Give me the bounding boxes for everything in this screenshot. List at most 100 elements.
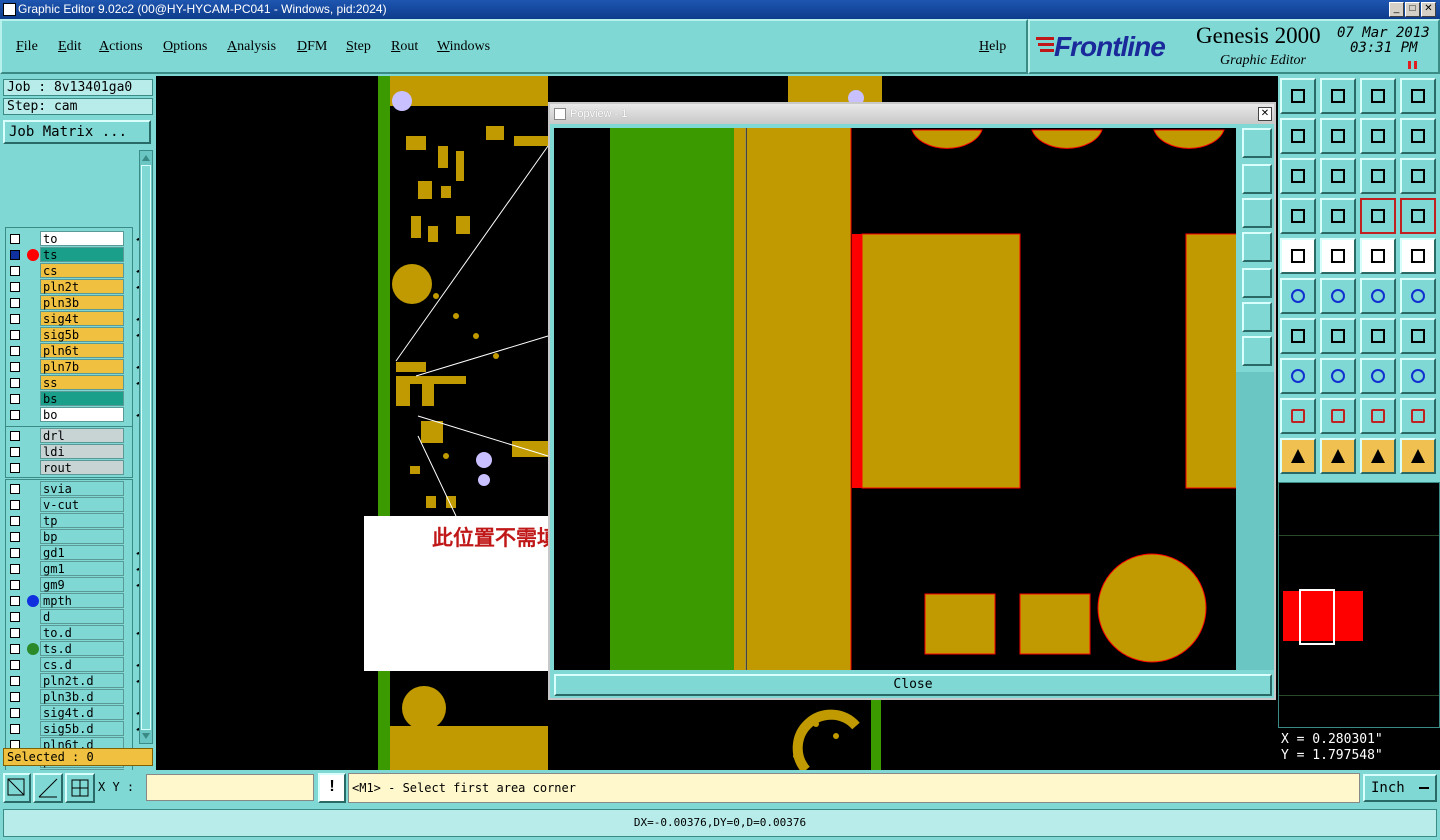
layer-name[interactable]: pln3b.d [40, 689, 124, 704]
layer-row-cs[interactable]: cs➹ [8, 263, 145, 279]
move-alt-icon[interactable] [1400, 278, 1436, 314]
connect-icon[interactable] [1280, 278, 1316, 314]
layer-row-bo[interactable]: bo➹ [8, 407, 145, 423]
layer-name[interactable]: d [40, 609, 124, 624]
layer-row-gd1[interactable]: gd1➹ [8, 545, 145, 561]
select-box-icon[interactable] [1320, 438, 1356, 474]
scale-1to2-icon[interactable] [1360, 158, 1396, 194]
menu-rout[interactable]: Rout [391, 39, 418, 55]
move-icon[interactable] [1360, 278, 1396, 314]
popview-pan-left-icon[interactable] [1242, 232, 1272, 262]
layer-checkbox[interactable] [10, 378, 20, 388]
layer-checkbox[interactable] [10, 431, 20, 441]
menu-file[interactable]: File [16, 39, 38, 55]
scroll-thumb[interactable] [141, 165, 151, 730]
close-window-button[interactable]: ✕ [1421, 2, 1436, 17]
layers-red-alt-icon[interactable] [1400, 198, 1436, 234]
popview-pan-up-icon[interactable] [1242, 164, 1272, 194]
layer-checkbox[interactable] [10, 580, 20, 590]
layer-row-sig5b[interactable]: sig5b➹ [8, 327, 145, 343]
layer-checkbox[interactable] [10, 266, 20, 276]
xy-input[interactable] [146, 774, 314, 801]
layer-list-scrollbar[interactable] [139, 150, 153, 744]
layer-row-ts.d[interactable]: ts.d [8, 641, 145, 657]
menu-step[interactable]: Step [346, 39, 371, 55]
layer-name[interactable]: pln2t [40, 279, 124, 294]
layer-row-mpth[interactable]: mpth [8, 593, 145, 609]
layer-row-sig5b.d[interactable]: sig5b.d➹ [8, 721, 145, 737]
arch-icon[interactable] [1360, 398, 1396, 434]
layer-checkbox[interactable] [10, 463, 20, 473]
layer-checkbox[interactable] [10, 346, 20, 356]
layer-row-pln7b[interactable]: pln7b➹ [8, 359, 145, 375]
menu-dfm[interactable]: DFM [297, 39, 327, 55]
circle-select-icon[interactable] [1400, 238, 1436, 274]
layer-row-rout[interactable]: rout [8, 460, 145, 476]
angle-icon[interactable] [1280, 318, 1316, 354]
layers-red-icon[interactable] [1360, 198, 1396, 234]
measure-mode-icon[interactable] [33, 773, 63, 803]
layer-row-pln3b[interactable]: pln3b [8, 295, 145, 311]
layer-checkbox[interactable] [10, 628, 20, 638]
minimize-button[interactable]: _ [1389, 2, 1404, 17]
layer-name[interactable]: sig5b [40, 327, 124, 342]
layer-checkbox[interactable] [10, 564, 20, 574]
layer-name[interactable]: cs.d [40, 657, 124, 672]
layer-name[interactable]: gm9 [40, 577, 124, 592]
select-arrow-icon[interactable] [1280, 438, 1316, 474]
layer-row-ts[interactable]: ts [8, 247, 145, 263]
home-down-icon[interactable] [1320, 78, 1356, 114]
menu-edit[interactable]: Edit [58, 39, 81, 55]
home-icon[interactable] [1360, 78, 1396, 114]
popview-zoom-out-icon[interactable] [1242, 336, 1272, 366]
text-icon[interactable] [1400, 318, 1436, 354]
arch-alt-icon[interactable] [1400, 398, 1436, 434]
layer-name[interactable]: to.d [40, 625, 124, 640]
popview-zoom-in-icon[interactable] [1242, 302, 1272, 332]
layer-row-pln3b.d[interactable]: pln3b.d [8, 689, 145, 705]
maximize-button[interactable]: □ [1405, 2, 1420, 17]
layer-checkbox[interactable] [10, 724, 20, 734]
layer-name[interactable]: sig4t [40, 311, 124, 326]
layer-row-sig4t.d[interactable]: sig4t.d➹ [8, 705, 145, 721]
mirror-icon[interactable] [1280, 358, 1316, 394]
layer-row-pln2t[interactable]: pln2t➹ [8, 279, 145, 295]
layer-checkbox[interactable] [10, 692, 20, 702]
fit-window-icon[interactable] [1280, 158, 1316, 194]
layer-checkbox[interactable] [10, 708, 20, 718]
triangle-icon[interactable] [1280, 398, 1316, 434]
layer-row-bs[interactable]: bs [8, 391, 145, 407]
layer-name[interactable]: ts [40, 247, 124, 262]
pad-icon[interactable] [1280, 238, 1316, 274]
layer-checkbox[interactable] [10, 612, 20, 622]
layer-row-to.d[interactable]: to.d➹ [8, 625, 145, 641]
cross-icon[interactable] [1320, 278, 1356, 314]
layer-name[interactable]: pln3b [40, 295, 124, 310]
layer-name[interactable]: tp [40, 513, 124, 528]
layer-checkbox[interactable] [10, 500, 20, 510]
snap-mode-icon[interactable] [3, 773, 31, 803]
layer-row-gm1[interactable]: gm1➹ [8, 561, 145, 577]
layer-checkbox[interactable] [10, 314, 20, 324]
popview-close-button[interactable]: Close [554, 674, 1272, 696]
layer-name[interactable]: ss [40, 375, 124, 390]
popview-pan-right-icon[interactable] [1242, 268, 1272, 298]
layer-row-svia[interactable]: svia [8, 481, 145, 497]
layer-name[interactable]: sig5b.d [40, 721, 124, 736]
layer-name[interactable]: svia [40, 481, 124, 496]
draw-line-icon[interactable] [1320, 318, 1356, 354]
layer-row-gm9[interactable]: gm9➹ [8, 577, 145, 593]
help-icon[interactable] [1400, 158, 1436, 194]
curve-icon[interactable] [1400, 118, 1436, 154]
triangle-alt-icon[interactable] [1320, 398, 1356, 434]
units-selector[interactable]: Inch [1363, 774, 1437, 802]
layer-name[interactable]: mpth [40, 593, 124, 608]
grid-icon[interactable] [1320, 198, 1356, 234]
layer-name[interactable]: pln7b [40, 359, 124, 374]
layer-checkbox[interactable] [10, 250, 20, 260]
layer-row-d[interactable]: d [8, 609, 145, 625]
grid-snap-icon[interactable] [65, 773, 95, 803]
popview-close-icon[interactable]: ✕ [1258, 107, 1272, 121]
menu-help[interactable]: Help [979, 39, 1006, 55]
layer-checkbox[interactable] [10, 330, 20, 340]
